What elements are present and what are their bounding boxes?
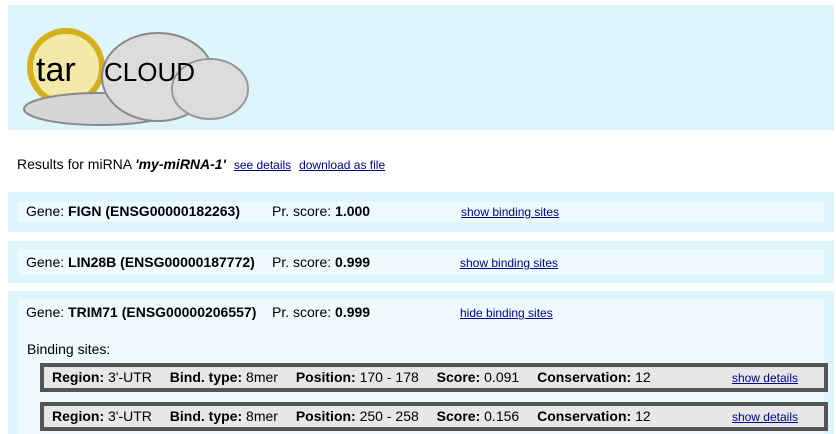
gene-name: Gene: LIN28B (ENSG00000187772) (26, 254, 255, 270)
download-link[interactable]: download as file (299, 158, 385, 172)
binding-site-row: Region: 3'-UTR Bind. type: 8mer Position… (40, 402, 828, 431)
results-line: Results for miRNA 'my-miRNA-1' see detai… (17, 156, 385, 172)
show-binding-sites-link[interactable]: show binding sites (461, 205, 559, 219)
show-details-link[interactable]: show details (732, 410, 798, 424)
gene-row: Gene: FIGN (ENSG00000182263) Pr. score: … (8, 192, 834, 232)
gene-name: Gene: FIGN (ENSG00000182263) (26, 203, 241, 219)
results-prefix: Results for miRNA (17, 156, 132, 172)
pr-score: Pr. score: 1.000 (272, 203, 371, 219)
show-binding-sites-link[interactable]: show binding sites (460, 256, 558, 270)
header-banner: tar CLOUD (8, 5, 834, 130)
gene-row: Gene: LIN28B (ENSG00000187772) Pr. score… (8, 241, 834, 283)
binding-site-row: Region: 3'-UTR Bind. type: 8mer Position… (40, 363, 828, 392)
mirna-name: 'my-miRNA-1' (135, 156, 226, 172)
gene-row-expanded: Gene: TRIM71 (ENSG00000206557) Pr. score… (8, 291, 834, 434)
tarcloud-logo: tar CLOUD (18, 19, 258, 129)
binding-sites-label: Binding sites: (27, 341, 111, 357)
show-details-link[interactable]: show details (732, 371, 798, 385)
pr-score: Pr. score: 0.999 (272, 304, 371, 320)
logo-text-tar: tar (36, 51, 76, 89)
gene-name: Gene: TRIM71 (ENSG00000206557) (26, 304, 257, 320)
logo-text-cloud: CLOUD (104, 57, 195, 87)
pr-score: Pr. score: 0.999 (272, 254, 371, 270)
see-details-link[interactable]: see details (234, 158, 291, 172)
hide-binding-sites-link[interactable]: hide binding sites (460, 306, 553, 320)
